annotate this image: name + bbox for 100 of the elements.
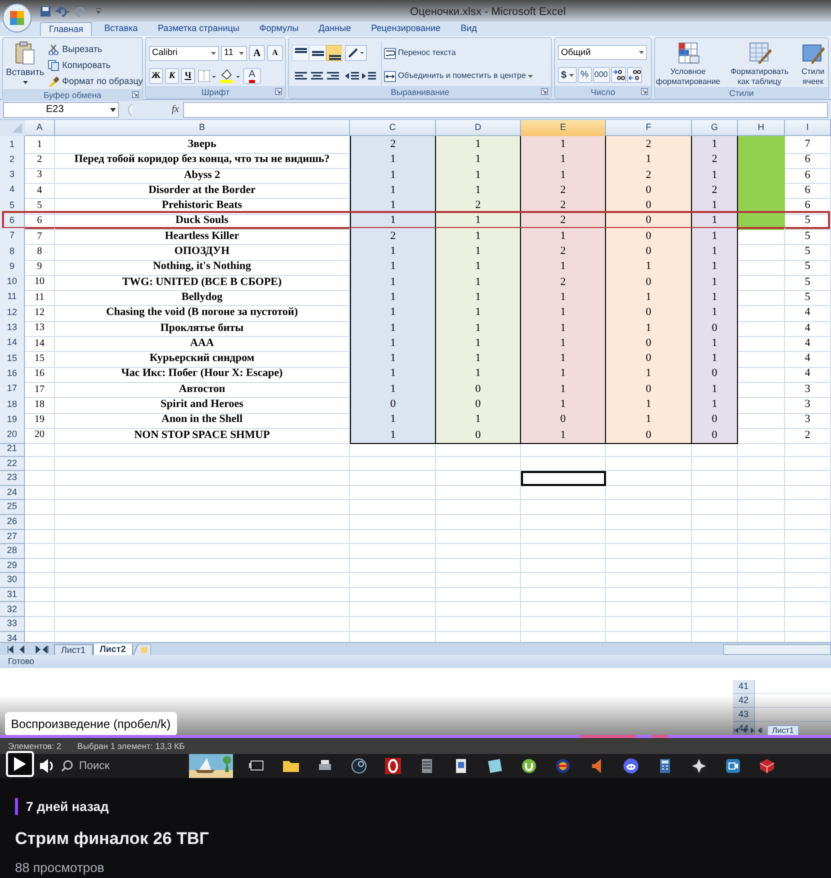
paste-button[interactable]: Вставить — [6, 41, 44, 89]
styles-button[interactable]: Стили ячеек — [799, 41, 827, 87]
horizontal-scrollbar[interactable] — [723, 644, 831, 654]
increase-decimal-icon[interactable] — [610, 67, 626, 83]
currency-button[interactable]: $ — [558, 67, 577, 83]
table-cell: 3 — [785, 411, 831, 429]
row-header[interactable]: 29 — [0, 558, 25, 574]
ribbon-tab[interactable]: Разметка страницы — [150, 22, 248, 36]
server-icon[interactable] — [419, 758, 435, 774]
table-cell: Spirit and Heroes — [55, 396, 350, 414]
grow-font-button[interactable]: A — [249, 45, 265, 61]
save-icon[interactable] — [40, 6, 51, 16]
table-cell: 19 — [25, 411, 55, 429]
text-orientation-icon[interactable] — [345, 45, 367, 61]
group-label: Стили — [729, 86, 754, 100]
row-header[interactable]: 30 — [0, 573, 25, 588]
italic-button[interactable]: К — [165, 68, 179, 84]
decrease-decimal-icon[interactable] — [626, 67, 642, 83]
undo-icon[interactable] — [55, 6, 71, 16]
row-header[interactable]: 34 — [0, 632, 25, 642]
row-header[interactable]: 22 — [0, 456, 25, 472]
row-header[interactable]: 28 — [0, 544, 25, 559]
cube-icon[interactable] — [759, 758, 775, 774]
disc-icon[interactable] — [555, 758, 571, 774]
table-cell: 17 — [25, 380, 55, 398]
column-header[interactable]: B — [55, 120, 350, 136]
window-title: Оценочки.xlsx - Microsoft Excel — [410, 5, 566, 20]
font-size-field[interactable]: 11 — [221, 46, 247, 60]
table-cell: 18 — [25, 396, 55, 414]
folder-icon[interactable] — [283, 758, 299, 774]
calculator-icon[interactable] — [657, 758, 673, 774]
row-header[interactable]: 25 — [0, 500, 25, 515]
customize-caret-icon[interactable] — [95, 7, 102, 15]
row-header[interactable]: 27 — [0, 530, 25, 544]
table-cell: Duck Souls — [55, 212, 350, 230]
conditional-format-icon — [676, 41, 700, 65]
ribbon-tab[interactable]: Рецензирование — [363, 22, 449, 36]
percent-button[interactable]: % — [578, 67, 592, 83]
clipboard-button[interactable]: Формат по образцу — [47, 74, 144, 89]
dialog-launcher-icon[interactable] — [132, 91, 139, 98]
wrap-text-button[interactable]: Перенос текста — [384, 45, 456, 61]
name-box[interactable]: E23 — [3, 102, 119, 118]
ring-icon[interactable] — [385, 758, 401, 774]
fill-color-icon[interactable] — [219, 68, 241, 84]
styles-button[interactable]: Условное форматирование — [656, 41, 720, 87]
table-cell: Автостоп — [55, 380, 350, 398]
clipboard-button[interactable]: Вырезать — [47, 42, 144, 57]
play-button[interactable] — [6, 751, 34, 777]
row-header[interactable]: 23 — [0, 471, 25, 486]
font-name-field[interactable]: Calibri — [149, 46, 219, 60]
document-icon[interactable] — [453, 758, 469, 774]
align-bottom-icon[interactable] — [326, 45, 342, 61]
table-cell: 6 — [785, 151, 831, 169]
empty-cell — [785, 471, 831, 486]
row-header[interactable]: 31 — [0, 588, 25, 602]
row-header[interactable]: 33 — [0, 617, 25, 632]
row-header[interactable]: 26 — [0, 514, 25, 530]
ribbon-tab[interactable]: Вставка — [96, 22, 146, 36]
row-header[interactable]: 24 — [0, 486, 25, 500]
ribbon-tab[interactable]: Данные — [310, 22, 360, 36]
merge-center-button[interactable]: Объединить и поместить в центре — [384, 68, 533, 84]
row-header[interactable]: 32 — [0, 602, 25, 618]
ribbon-tab[interactable]: Главная — [40, 22, 92, 36]
bold-button[interactable]: Ж — [149, 68, 163, 84]
active-cell[interactable] — [521, 471, 606, 486]
column-header[interactable]: E — [521, 120, 606, 136]
table-cell: 3 — [25, 166, 55, 184]
number-format-field[interactable]: Общий — [558, 45, 647, 60]
styles-button[interactable]: Форматировать как таблицу — [728, 41, 792, 87]
align-middle-icon[interactable] — [309, 45, 325, 61]
insert-function-button[interactable]: fx — [172, 102, 179, 117]
table-cell: Prehistoric Beats — [55, 197, 350, 215]
volume-icon[interactable] — [39, 758, 55, 774]
sheet-tab[interactable]: Лист2 — [92, 644, 133, 656]
play-icon — [14, 757, 26, 771]
camera-icon[interactable] — [725, 758, 741, 774]
dialog-launcher-icon[interactable] — [275, 88, 282, 95]
status-text: Готово — [8, 655, 34, 668]
sheet-navigation-icon[interactable] — [6, 644, 50, 654]
row-header[interactable]: 20 — [0, 426, 25, 444]
align-top-icon[interactable] — [292, 45, 308, 61]
column-header[interactable]: I — [785, 120, 831, 136]
column-header[interactable]: A — [25, 120, 55, 136]
underline-button[interactable]: Ч — [181, 68, 195, 84]
row-header: 43 — [733, 708, 755, 722]
thousands-button[interactable]: 000 — [592, 67, 610, 83]
ribbon-tab[interactable]: Формулы — [251, 22, 307, 36]
dialog-launcher-icon[interactable] — [541, 88, 548, 95]
table-cell: 4 — [785, 365, 831, 383]
sheet-tab[interactable]: Лист1 — [54, 644, 93, 656]
dialog-launcher-icon[interactable] — [641, 88, 648, 95]
font-color-button[interactable]: A — [243, 68, 261, 84]
ribbon-tab[interactable]: Вид — [452, 22, 485, 36]
clipboard-button[interactable]: Копировать — [47, 58, 144, 73]
taskbar-search-field[interactable]: Поиск — [61, 754, 189, 778]
formula-input-field[interactable] — [183, 102, 828, 118]
table-cell: 4 — [785, 320, 831, 338]
upload-age: 7 дней назад — [26, 798, 109, 816]
shrink-font-button[interactable]: A — [267, 45, 283, 61]
wrap-text-icon — [384, 48, 396, 58]
